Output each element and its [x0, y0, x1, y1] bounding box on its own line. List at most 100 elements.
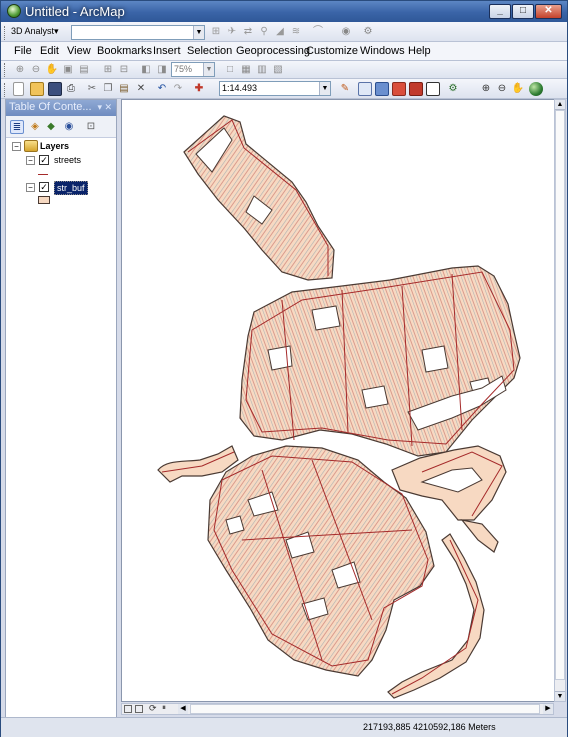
- toc-icon[interactable]: [358, 82, 372, 96]
- navigate-icon[interactable]: ⇄: [241, 25, 255, 39]
- strbuf-polygon-symbol[interactable]: [38, 196, 50, 204]
- menu-windows[interactable]: Windows: [360, 45, 405, 57]
- zoom-in-page-icon[interactable]: ⊕: [13, 63, 27, 77]
- map-horizontal-scrollbar[interactable]: ⟳ ⏸ ◀ ▶: [121, 703, 554, 715]
- search-icon[interactable]: [392, 82, 406, 96]
- 3d-analyst-menu[interactable]: 3D Analyst▾: [11, 26, 59, 37]
- 3d-layer-dropdown[interactable]: ▼: [71, 25, 205, 40]
- toc-pin-close[interactable]: ▾ ✕: [97, 100, 112, 115]
- menu-file[interactable]: File: [14, 45, 32, 57]
- toolbar-grip[interactable]: [4, 63, 7, 77]
- model-builder-icon[interactable]: ⚙: [446, 82, 460, 96]
- scroll-up-arrow-icon[interactable]: ▲: [555, 100, 565, 110]
- pan-page-icon[interactable]: ✋: [45, 63, 59, 77]
- add-data-icon[interactable]: ✚: [192, 82, 206, 96]
- vertical-scroll-thumb[interactable]: [555, 110, 565, 680]
- chevron-down-icon: ▼: [193, 26, 204, 39]
- fly-icon[interactable]: ✈: [225, 25, 239, 39]
- buffer-central: [239, 265, 521, 457]
- list-by-selection-icon[interactable]: ◉: [62, 120, 76, 134]
- horizontal-scroll-thumb[interactable]: [190, 704, 540, 714]
- toggle-draft-icon[interactable]: □: [223, 63, 237, 77]
- menu-view[interactable]: View: [67, 45, 91, 57]
- title-bar[interactable]: Untitled - ArcMap _ □ ✕: [1, 1, 567, 22]
- open-icon[interactable]: [30, 82, 44, 96]
- strbuf-visibility-checkbox[interactable]: ✓: [39, 182, 49, 192]
- options-icon[interactable]: ⊡: [84, 120, 98, 134]
- minimize-button[interactable]: _: [489, 4, 511, 19]
- zoom-whole-page-icon[interactable]: ▣: [61, 63, 75, 77]
- menu-insert[interactable]: Insert: [153, 45, 181, 57]
- go-back-icon[interactable]: ◧: [139, 63, 153, 77]
- list-by-visibility-icon[interactable]: ◆: [44, 120, 58, 134]
- menu-selection[interactable]: Selection: [187, 45, 232, 57]
- layer-strbuf-label[interactable]: str_buf: [54, 181, 88, 195]
- contour-icon[interactable]: ≋: [289, 25, 303, 39]
- standard-toolbar: ⎙ ✂ ❐ ▤ ✕ ↶ ↷ ✚ 1:14.493 ▼ ✎ ⚙ ⊕ ⊖ ✋: [1, 79, 567, 99]
- go-forward-icon[interactable]: ◨: [155, 63, 169, 77]
- data-driven-pages-icon[interactable]: ▧: [271, 63, 285, 77]
- focus-data-frame-icon[interactable]: ▦: [239, 63, 253, 77]
- pan-icon[interactable]: ✋: [511, 82, 525, 96]
- scroll-right-arrow-icon[interactable]: ▶: [543, 704, 553, 714]
- close-button[interactable]: ✕: [535, 4, 562, 19]
- map-scale-input[interactable]: 1:14.493 ▼: [219, 81, 331, 96]
- print-icon[interactable]: ⎙: [64, 82, 78, 96]
- arctoolbox-icon[interactable]: [409, 82, 423, 96]
- map-display[interactable]: [121, 99, 555, 702]
- delete-icon[interactable]: ✕: [134, 82, 148, 96]
- observer-icon[interactable]: ◉: [339, 25, 353, 39]
- map-vertical-scrollbar[interactable]: ▲ ▼: [554, 99, 566, 702]
- full-extent-icon[interactable]: [529, 82, 543, 96]
- toolbar-grip[interactable]: [4, 26, 7, 40]
- chevron-down-icon: ▼: [203, 63, 214, 76]
- layer-streets-label[interactable]: streets: [54, 155, 81, 165]
- cut-icon[interactable]: ✂: [85, 82, 99, 96]
- scroll-left-arrow-icon[interactable]: ◀: [178, 704, 188, 714]
- profile-icon[interactable]: ⌒: [311, 25, 325, 39]
- zoom-in-icon[interactable]: ⊕: [479, 82, 493, 96]
- layers-root-label[interactable]: Layers: [40, 141, 69, 151]
- catalog-icon[interactable]: [375, 82, 389, 96]
- map-canvas[interactable]: [122, 100, 554, 701]
- editor-icon[interactable]: ✎: [338, 82, 352, 96]
- layout-zoom-dropdown[interactable]: 75% ▼: [171, 62, 215, 77]
- layout-view-icon[interactable]: [135, 705, 143, 713]
- zoom-100-icon[interactable]: ▤: [77, 63, 91, 77]
- help-icon[interactable]: ⚙: [361, 25, 375, 39]
- menu-edit[interactable]: Edit: [40, 45, 59, 57]
- menu-bookmarks[interactable]: Bookmarks: [97, 45, 152, 57]
- streets-line-symbol[interactable]: [38, 174, 48, 175]
- refresh-icon[interactable]: ⟳: [149, 703, 157, 714]
- zoom-out-page-icon[interactable]: ⊖: [29, 63, 43, 77]
- arcmap-globe-icon: [7, 4, 21, 18]
- undo-icon[interactable]: ↶: [155, 82, 169, 96]
- menu-geoprocessing[interactable]: Geoprocessing: [236, 45, 310, 57]
- collapse-streets-toggle[interactable]: −: [26, 156, 35, 165]
- scroll-down-arrow-icon[interactable]: ▼: [555, 691, 565, 701]
- collapse-strbuf-toggle[interactable]: −: [26, 183, 35, 192]
- new-icon[interactable]: [13, 82, 24, 96]
- python-icon[interactable]: [426, 82, 440, 96]
- copy-icon[interactable]: ❐: [101, 82, 115, 96]
- redo-icon[interactable]: ↷: [171, 82, 185, 96]
- streets-visibility-checkbox[interactable]: ✓: [39, 155, 49, 165]
- zoom-out-icon[interactable]: ⊖: [495, 82, 509, 96]
- save-icon[interactable]: [48, 82, 62, 96]
- zoom-out-fixed-icon[interactable]: ⊟: [117, 63, 131, 77]
- steepest-icon[interactable]: ◢: [273, 25, 287, 39]
- change-layout-icon[interactable]: ▥: [255, 63, 269, 77]
- raster-icon[interactable]: ⊞: [209, 25, 223, 39]
- toolbar-grip[interactable]: [4, 83, 7, 97]
- data-view-icon[interactable]: [124, 705, 132, 713]
- zoom-in-fixed-icon[interactable]: ⊞: [101, 63, 115, 77]
- maximize-button[interactable]: □: [512, 4, 534, 19]
- collapse-layers-toggle[interactable]: −: [12, 142, 21, 151]
- walk-icon[interactable]: ⚲: [257, 25, 271, 39]
- list-by-drawing-order-icon[interactable]: ≣: [10, 120, 24, 134]
- pause-drawing-icon[interactable]: ⏸: [162, 703, 166, 713]
- list-by-source-icon[interactable]: ◈: [28, 120, 42, 134]
- menu-help[interactable]: Help: [408, 45, 431, 57]
- menu-customize[interactable]: Customize: [306, 45, 358, 57]
- paste-icon[interactable]: ▤: [117, 82, 131, 96]
